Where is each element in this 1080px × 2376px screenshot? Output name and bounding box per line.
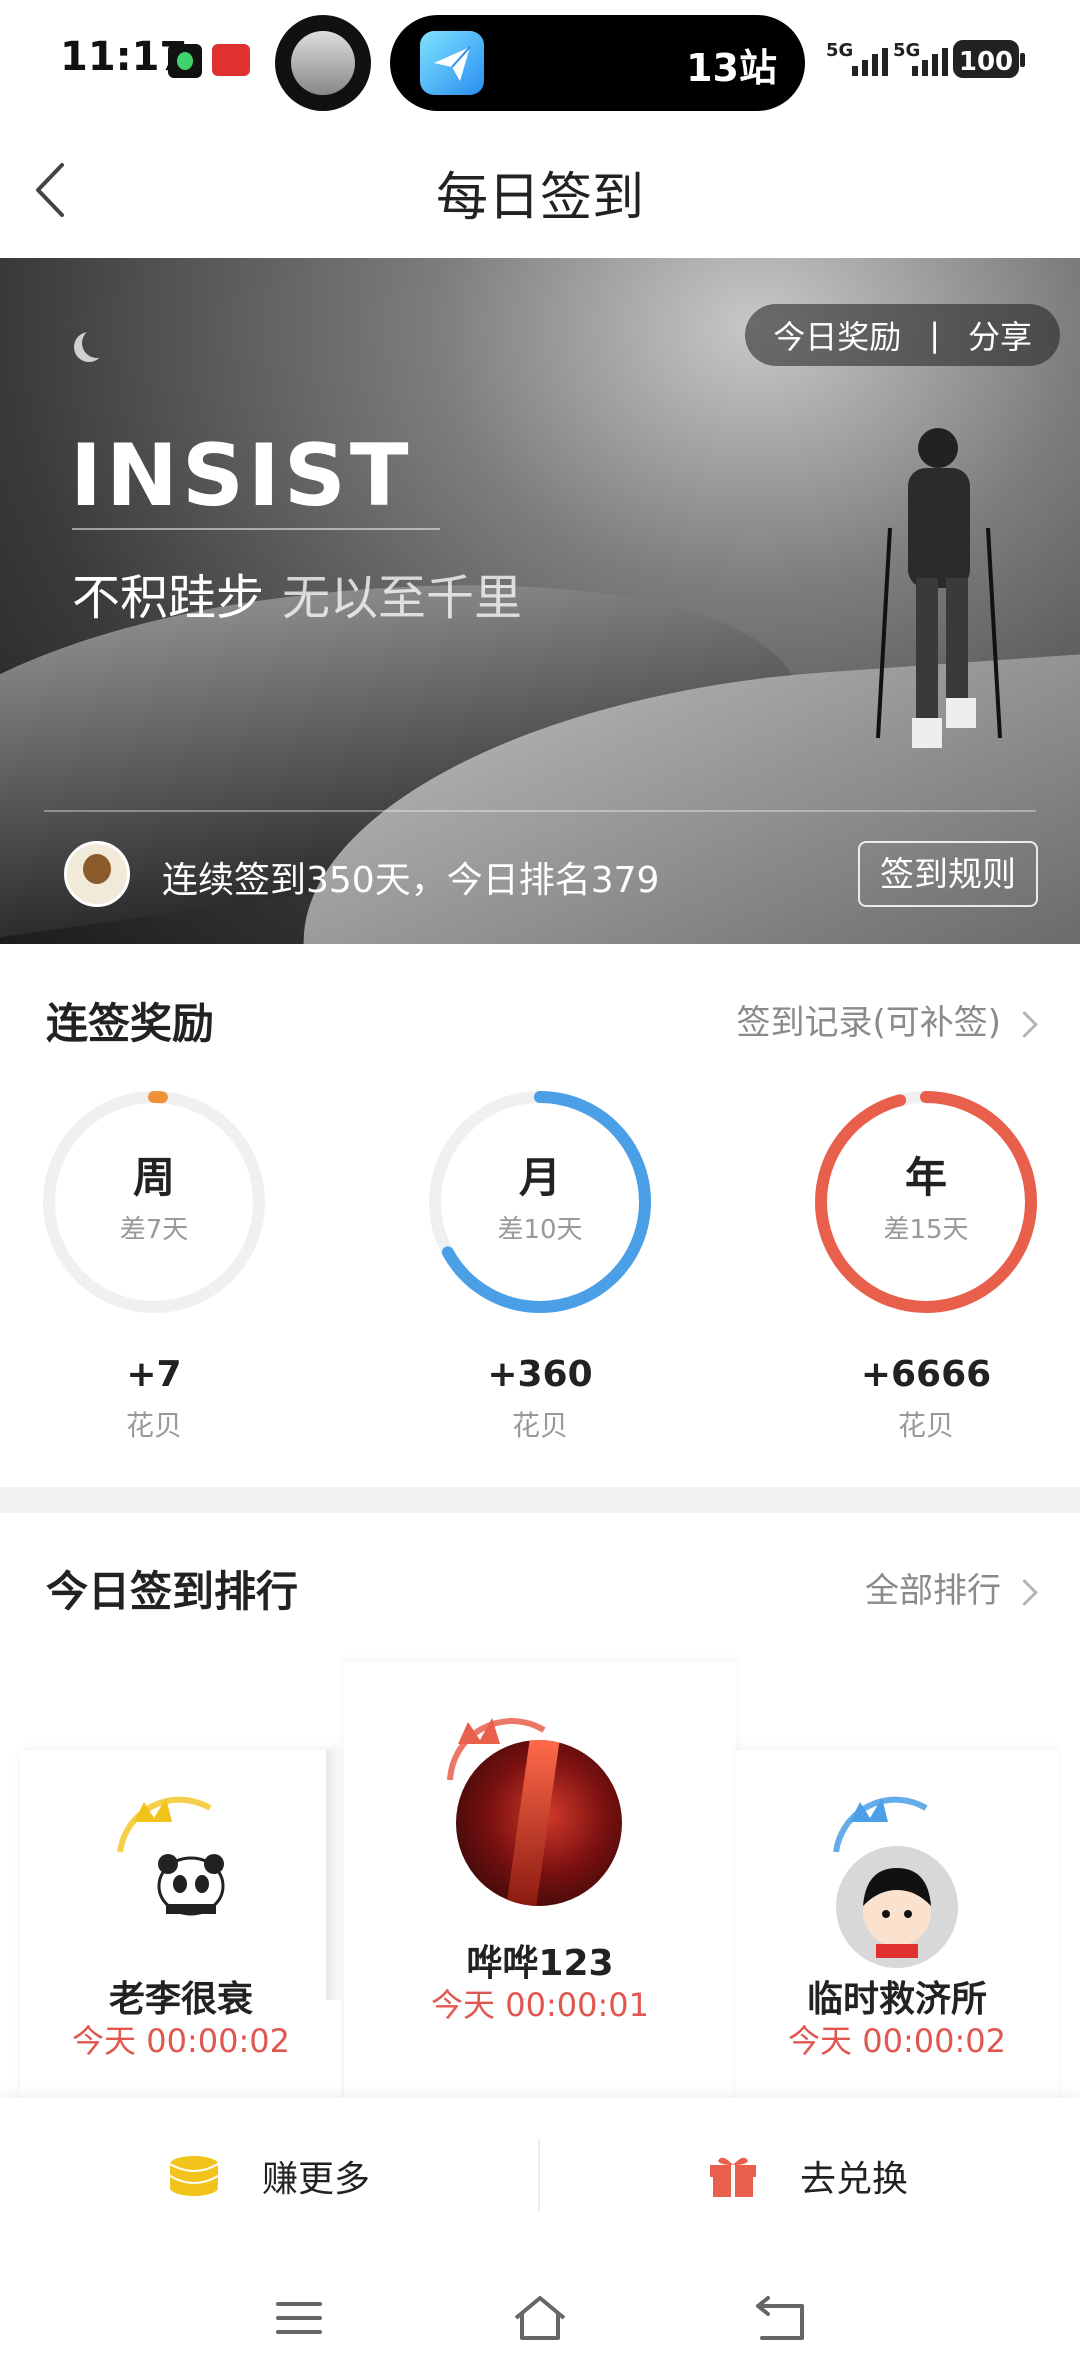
rank-name: 临时救济所 xyxy=(806,1979,987,2020)
system-navigation-bar xyxy=(0,2248,1080,2376)
motto-main: 不积跬步 xyxy=(72,570,265,626)
headline-underline xyxy=(72,528,440,530)
checkin-banner: 今日奖励 | 分享 INSIST 不积跬步 无以至千里 连续签到350天，今日排名… xyxy=(0,258,1080,944)
coin-stack-icon xyxy=(169,2156,219,2196)
dynamic-island[interactable]: 13站 xyxy=(390,15,805,111)
podium-second[interactable]: 老李很衰 今天 00:00:02 xyxy=(20,1750,342,2098)
podium-third[interactable]: 临时救济所 今天 00:00:02 xyxy=(736,1750,1058,2098)
gift-icon xyxy=(710,2157,756,2197)
floating-avatar[interactable] xyxy=(275,15,371,111)
podium-first[interactable]: 哗哗123 今天 00:00:01 xyxy=(344,1662,736,2098)
battery-icon: 100 xyxy=(953,40,1025,78)
reward-remaining: 差10天 xyxy=(497,1215,583,1245)
signal-bars-2-icon xyxy=(912,44,948,76)
rank-time: 今天 00:00:02 xyxy=(788,2022,1006,2060)
chevron-right-icon xyxy=(1011,1011,1038,1038)
banner-tabs: 今日奖励 | 分享 xyxy=(745,304,1060,366)
paper-plane-icon xyxy=(420,31,484,95)
checkin-record-label: 签到记录(可补签) xyxy=(736,1003,1001,1043)
island-text: 13站 xyxy=(686,46,777,90)
streak-text: 连续签到350天，今日排名379 xyxy=(162,860,660,901)
earn-more-button[interactable]: 赚更多 xyxy=(168,2150,370,2202)
bottom-action-bar xyxy=(0,2098,1080,2248)
ring-center-label: 周差7天 xyxy=(34,1144,274,1246)
rank-time: 今天 00:00:02 xyxy=(72,2022,290,2060)
reward-remaining: 差7天 xyxy=(119,1215,189,1245)
moon-decoration xyxy=(82,328,112,358)
tab-separator: | xyxy=(929,316,940,354)
notification-app-icon xyxy=(212,44,250,76)
user-avatar-red xyxy=(456,1740,622,1906)
user-avatar[interactable] xyxy=(64,841,130,907)
motto-sub: 无以至千里 xyxy=(282,570,523,626)
banner-headline: INSIST xyxy=(70,426,413,526)
music-app-icon xyxy=(168,44,202,78)
reward-ring-2: 年差15天 +6666 花贝 xyxy=(806,1082,1046,1452)
banner-motto: 不积跬步 无以至千里 xyxy=(72,558,522,628)
signal-bars-1-icon xyxy=(852,44,888,76)
rank-name: 老李很衰 xyxy=(108,1979,253,2020)
reward-period: 月 xyxy=(518,1153,561,1202)
all-ranking-label: 全部排行 xyxy=(865,1571,1001,1611)
exchange-button[interactable]: 去兑换 xyxy=(708,2150,908,2202)
hiker-illustration xyxy=(876,428,1002,748)
ring-center-label: 年差15天 xyxy=(806,1144,1046,1246)
reward-ring-0: 周差7天 +7 花贝 xyxy=(34,1082,274,1452)
earn-more-label: 赚更多 xyxy=(262,2159,371,2200)
navigation-bar: 每日签到 xyxy=(0,125,1080,257)
page-title: 每日签到 xyxy=(435,168,644,228)
action-divider xyxy=(538,2138,540,2212)
rank-time: 今天 00:00:01 xyxy=(431,1986,649,2024)
reward-unit: 花贝 xyxy=(897,1409,954,1442)
reward-amount: +7 xyxy=(126,1354,182,1395)
tab-today-reward[interactable]: 今日奖励 xyxy=(773,312,901,358)
rank-name: 哗哗123 xyxy=(466,1943,614,1984)
user-avatar-panda xyxy=(146,1842,236,1922)
ranking-section-title: 今日签到排行 xyxy=(46,1567,299,1616)
banner-divider xyxy=(44,810,1036,812)
tab-share[interactable]: 分享 xyxy=(968,312,1032,358)
reward-amount: +6666 xyxy=(860,1354,992,1395)
ring-center-label: 月差10天 xyxy=(420,1144,660,1246)
home-icon[interactable] xyxy=(510,2292,570,2342)
checkin-record-link[interactable]: 签到记录(可补签) xyxy=(736,995,1038,1044)
chevron-right-icon xyxy=(1011,1579,1038,1606)
menu-icon[interactable] xyxy=(274,2298,324,2338)
reward-ring-1: 月差10天 +360 花贝 xyxy=(420,1082,660,1452)
checkin-rules-button[interactable]: 签到规则 xyxy=(858,841,1038,907)
status-bar: 11:17 13站 5G 5G 100 xyxy=(0,0,1080,125)
reward-unit: 花贝 xyxy=(511,1409,568,1442)
user-avatar-cartoon xyxy=(836,1846,958,1968)
all-ranking-link[interactable]: 全部排行 xyxy=(865,1563,1038,1612)
reward-remaining: 差15天 xyxy=(883,1215,969,1245)
reward-period: 周 xyxy=(132,1153,175,1202)
return-icon[interactable] xyxy=(752,2294,808,2342)
reward-amount: +360 xyxy=(487,1354,593,1395)
section-divider xyxy=(0,1487,1080,1513)
reward-unit: 花贝 xyxy=(125,1409,182,1442)
reward-period: 年 xyxy=(904,1153,947,1202)
exchange-label: 去兑换 xyxy=(800,2159,909,2200)
rewards-section-title: 连签奖励 xyxy=(46,999,215,1048)
signal-label-1: 5G xyxy=(826,40,854,61)
